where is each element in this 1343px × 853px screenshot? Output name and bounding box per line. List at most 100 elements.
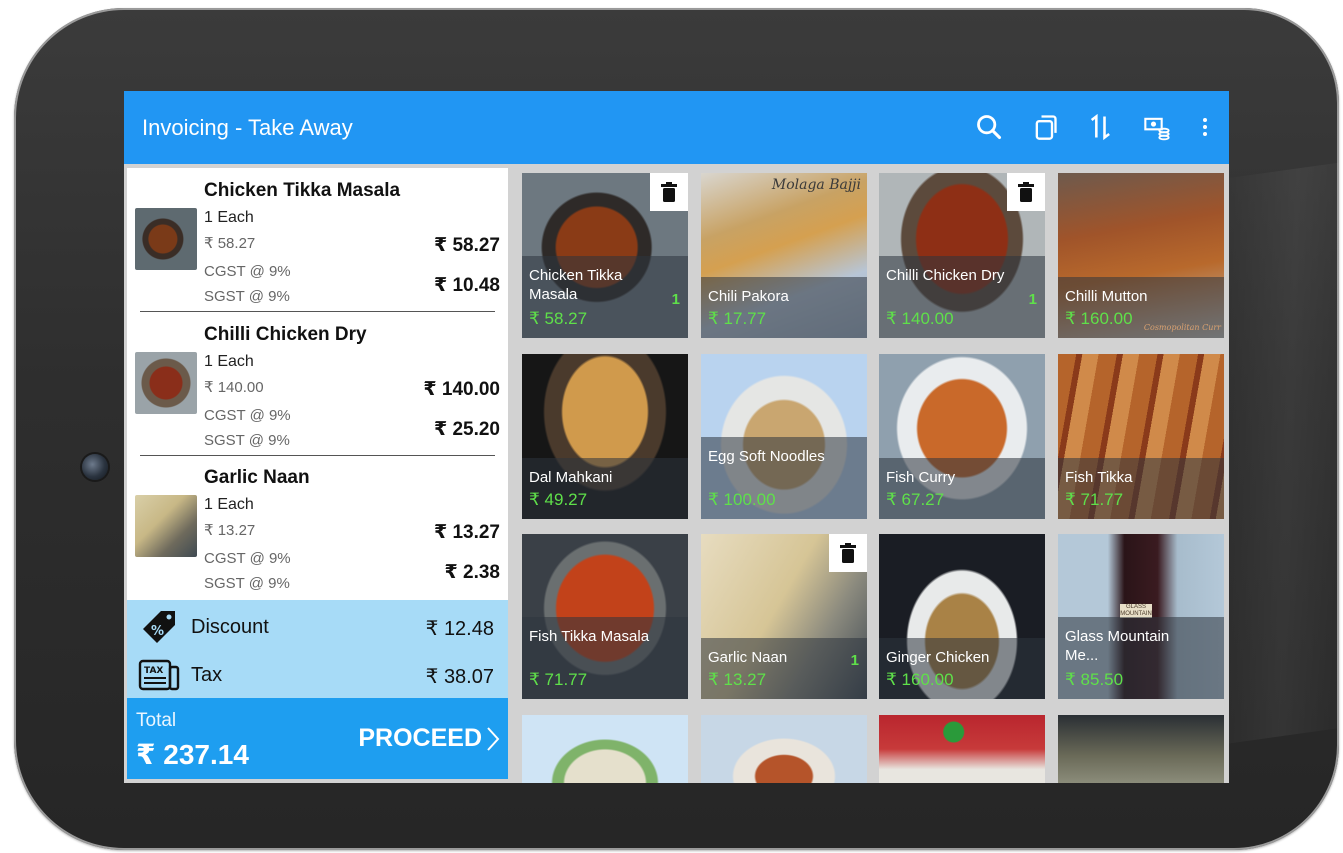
product-price: ₹ 160.00 bbox=[886, 670, 954, 689]
item-name: Chilli Chicken Dry bbox=[204, 324, 367, 345]
item-amount: ₹ 140.00 bbox=[423, 379, 500, 400]
product-name: Garlic Naan bbox=[708, 649, 788, 666]
tax-value: ₹ 38.07 bbox=[425, 666, 494, 688]
product-name: Fish Tikka Masala bbox=[529, 628, 650, 645]
product-name: Chili Pakora bbox=[708, 288, 789, 305]
product-tile[interactable]: Fish Tikka Masala ₹ 71.77 bbox=[522, 534, 688, 699]
product-count: 1 bbox=[1028, 291, 1037, 308]
product-tile[interactable] bbox=[1058, 715, 1224, 783]
cart-item[interactable]: Garlic Naan 1 Each ₹ 13.27 CGST @ 9% SGS… bbox=[127, 455, 508, 597]
search-icon[interactable] bbox=[973, 111, 1005, 143]
product-tile[interactable]: GLASS MOUNTAIN Glass Mountain Me... ₹ 85… bbox=[1058, 534, 1224, 699]
product-name: Chilli Mutton bbox=[1065, 288, 1148, 305]
product-tile[interactable]: Chilli Mutton Cosmopolitan Curr ₹ 160.00 bbox=[1058, 173, 1224, 338]
product-image bbox=[879, 715, 1045, 783]
image-caption: Molaga Bajji bbox=[771, 177, 861, 193]
product-price: ₹ 17.77 bbox=[708, 309, 767, 328]
item-cgst: CGST @ 9% bbox=[204, 407, 291, 424]
item-qty: 1 Each bbox=[204, 353, 254, 370]
tax-label: Tax bbox=[191, 664, 223, 686]
product-price: ₹ 13.27 bbox=[708, 670, 767, 689]
item-unit-price: ₹ 58.27 bbox=[204, 235, 256, 252]
product-price: ₹ 58.27 bbox=[529, 309, 588, 328]
product-name: Fish Curry bbox=[886, 469, 956, 486]
tax-icon-text: TAX bbox=[144, 666, 163, 676]
discount-tag-icon: % bbox=[137, 608, 181, 646]
delete-icon[interactable] bbox=[829, 534, 867, 572]
item-sgst: SGST @ 9% bbox=[204, 288, 290, 305]
item-thumbnail bbox=[135, 208, 197, 270]
cart-item[interactable]: Chicken Tikka Masala 1 Each ₹ 58.27 CGST… bbox=[127, 168, 508, 312]
discount-value: ₹ 12.48 bbox=[425, 618, 494, 640]
app-bar-actions bbox=[973, 111, 1213, 143]
copy-icon[interactable] bbox=[1029, 111, 1061, 143]
total-label: Total bbox=[136, 710, 177, 731]
more-vert-icon[interactable] bbox=[1197, 111, 1213, 143]
product-price: ₹ 71.77 bbox=[1065, 490, 1124, 509]
product-name: Chilli Chicken Dry bbox=[886, 267, 1005, 284]
product-grid: Chicken Tikka Masala 1 ₹ 58.27 Molaga Ba… bbox=[522, 173, 1227, 783]
product-name: Chicken Tikka Masala bbox=[529, 267, 623, 303]
camera-lens bbox=[82, 454, 108, 480]
item-tax: ₹ 25.20 bbox=[433, 419, 500, 440]
product-tile[interactable]: Molaga Bajji Chili Pakora ₹ 17.77 bbox=[701, 173, 867, 338]
tax-row[interactable]: TAX Tax ₹ 38.07 bbox=[127, 652, 508, 697]
item-name: Chicken Tikka Masala bbox=[204, 180, 401, 201]
product-price: ₹ 140.00 bbox=[886, 309, 954, 328]
product-name: Fish Tikka bbox=[1065, 469, 1133, 486]
product-image bbox=[1058, 715, 1224, 783]
product-name: Egg Soft Noodles bbox=[708, 448, 825, 465]
product-price: ₹ 100.00 bbox=[708, 490, 776, 509]
item-thumbnail bbox=[135, 352, 197, 414]
delete-icon[interactable] bbox=[1007, 173, 1045, 211]
product-tile[interactable] bbox=[879, 715, 1045, 783]
item-cgst: CGST @ 9% bbox=[204, 263, 291, 280]
total-value: ₹ 237.14 bbox=[136, 739, 249, 770]
item-unit-price: ₹ 13.27 bbox=[204, 522, 256, 539]
product-tile[interactable]: Fish Tikka ₹ 71.77 bbox=[1058, 354, 1224, 519]
product-tile[interactable]: Egg Soft Noodles ₹ 100.00 bbox=[701, 354, 867, 519]
bottle-label: GLASS MOUNTAIN bbox=[1120, 604, 1152, 618]
item-unit-price: ₹ 140.00 bbox=[204, 379, 264, 396]
product-image bbox=[522, 715, 688, 783]
item-qty: 1 Each bbox=[204, 496, 254, 513]
app-bar: Invoicing - Take Away bbox=[124, 91, 1229, 164]
product-tile[interactable]: Garlic Naan 1 ₹ 13.27 bbox=[701, 534, 867, 699]
product-count: 1 bbox=[671, 291, 680, 308]
cart-item[interactable]: Chilli Chicken Dry 1 Each ₹ 140.00 CGST … bbox=[127, 312, 508, 456]
app-screen: Invoicing - Take Away Chicken Tikka Masa… bbox=[124, 91, 1229, 783]
product-name: Ginger Chicken bbox=[886, 649, 990, 666]
item-amount: ₹ 13.27 bbox=[433, 522, 500, 543]
product-price: ₹ 160.00 bbox=[1065, 309, 1133, 328]
product-tile[interactable]: Chicken Tikka Masala 1 ₹ 58.27 bbox=[522, 173, 688, 338]
proceed-button[interactable]: PROCEED bbox=[358, 724, 500, 753]
product-price: ₹ 67.27 bbox=[886, 490, 945, 509]
discount-label: Discount bbox=[191, 616, 269, 638]
chevron-right-icon bbox=[487, 726, 500, 751]
total-bar: Total ₹ 237.14 PROCEED bbox=[127, 698, 508, 779]
tax-receipt-icon: TAX bbox=[137, 656, 181, 694]
sort-icon[interactable] bbox=[1085, 111, 1117, 143]
invoice-panel: Chicken Tikka Masala 1 Each ₹ 58.27 CGST… bbox=[127, 168, 508, 779]
product-tile[interactable] bbox=[701, 715, 867, 783]
page-title: Invoicing - Take Away bbox=[142, 115, 353, 140]
product-tile[interactable]: Fish Curry ₹ 67.27 bbox=[879, 354, 1045, 519]
proceed-label: PROCEED bbox=[358, 724, 482, 752]
item-cgst: CGST @ 9% bbox=[204, 550, 291, 567]
cash-icon[interactable] bbox=[1141, 111, 1173, 143]
product-tile[interactable]: Dal Mahkani ₹ 49.27 bbox=[522, 354, 688, 519]
summary-panel: % Discount ₹ 12.48 TAX Tax ₹ 38.07 bbox=[127, 600, 508, 698]
item-sgst: SGST @ 9% bbox=[204, 432, 290, 449]
product-name: Glass Mountain Me... bbox=[1065, 628, 1170, 664]
discount-row[interactable]: % Discount ₹ 12.48 bbox=[127, 604, 508, 649]
item-name: Garlic Naan bbox=[204, 467, 310, 488]
product-tile[interactable] bbox=[522, 715, 688, 783]
delete-icon[interactable] bbox=[650, 173, 688, 211]
image-caption: Cosmopolitan Curr bbox=[1143, 323, 1221, 332]
product-price: ₹ 49.27 bbox=[529, 490, 588, 509]
svg-text:%: % bbox=[151, 624, 164, 639]
product-tile[interactable]: Chilli Chicken Dry 1 ₹ 140.00 bbox=[879, 173, 1045, 338]
product-name: Dal Mahkani bbox=[529, 469, 613, 486]
product-tile[interactable]: Ginger Chicken ₹ 160.00 bbox=[879, 534, 1045, 699]
item-tax: ₹ 10.48 bbox=[433, 275, 500, 296]
